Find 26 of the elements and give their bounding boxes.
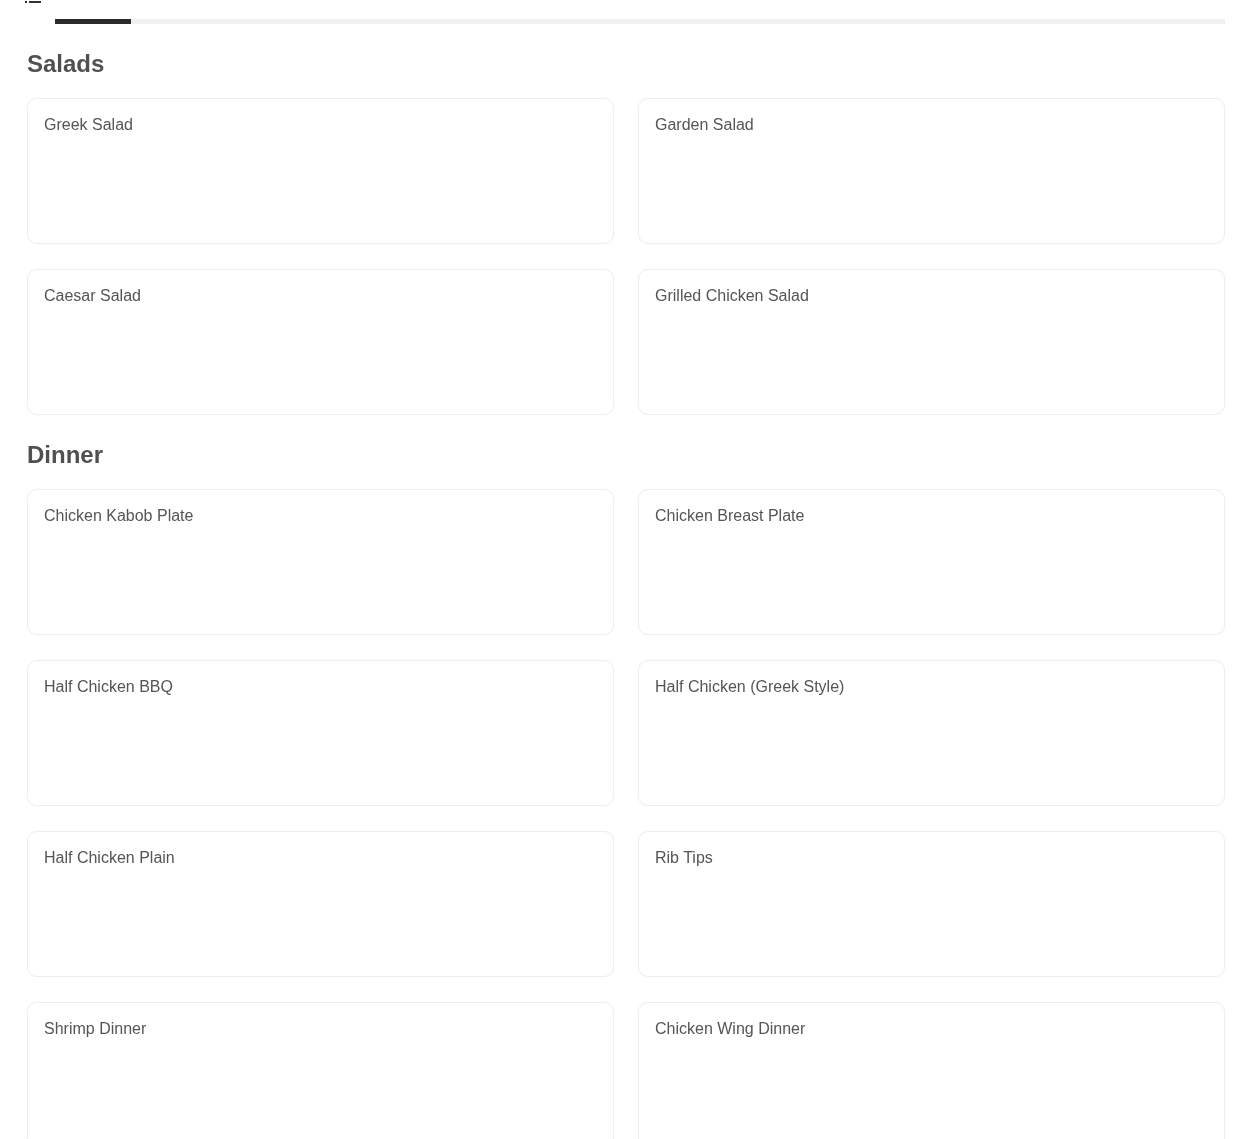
- item-name: Half Chicken BBQ: [44, 678, 173, 695]
- item-name: Chicken Breast Plate: [655, 507, 805, 524]
- menu-item-card[interactable]: Chicken Breast Plate: [638, 489, 1225, 635]
- item-name: Grilled Chicken Salad: [655, 287, 809, 304]
- menu-item-card[interactable]: Half Chicken (Greek Style): [638, 660, 1225, 806]
- item-name: Half Chicken (Greek Style): [655, 678, 845, 695]
- item-name: Rib Tips: [655, 849, 713, 866]
- menu-item-card[interactable]: Chicken Wing Dinner: [638, 1002, 1225, 1139]
- menu-item-card[interactable]: Shrimp Dinner: [27, 1002, 614, 1139]
- menu-item-card[interactable]: Half Chicken BBQ: [27, 660, 614, 806]
- menu-item-card[interactable]: Rib Tips: [638, 831, 1225, 977]
- section-heading: Salads: [27, 50, 106, 78]
- item-name: Chicken Wing Dinner: [655, 1020, 806, 1037]
- menu-item-card[interactable]: Greek Salad: [27, 98, 614, 244]
- item-name: Garden Salad: [655, 116, 754, 133]
- section-heading: Dinner: [27, 441, 104, 469]
- menu-item-card[interactable]: Caesar Salad: [27, 269, 614, 415]
- item-name: Shrimp Dinner: [44, 1020, 147, 1037]
- menu-item-card[interactable]: Chicken Kabob Plate: [27, 489, 614, 635]
- item-name: Greek Salad: [44, 116, 133, 133]
- menu-item-card[interactable]: Garden Salad: [638, 98, 1225, 244]
- item-name: Chicken Kabob Plate: [44, 507, 194, 524]
- item-name: Caesar Salad: [44, 287, 141, 304]
- menu-item-card[interactable]: Grilled Chicken Salad: [638, 269, 1225, 415]
- menu-item-card[interactable]: Half Chicken Plain: [27, 831, 614, 977]
- item-name: Half Chicken Plain: [44, 849, 175, 866]
